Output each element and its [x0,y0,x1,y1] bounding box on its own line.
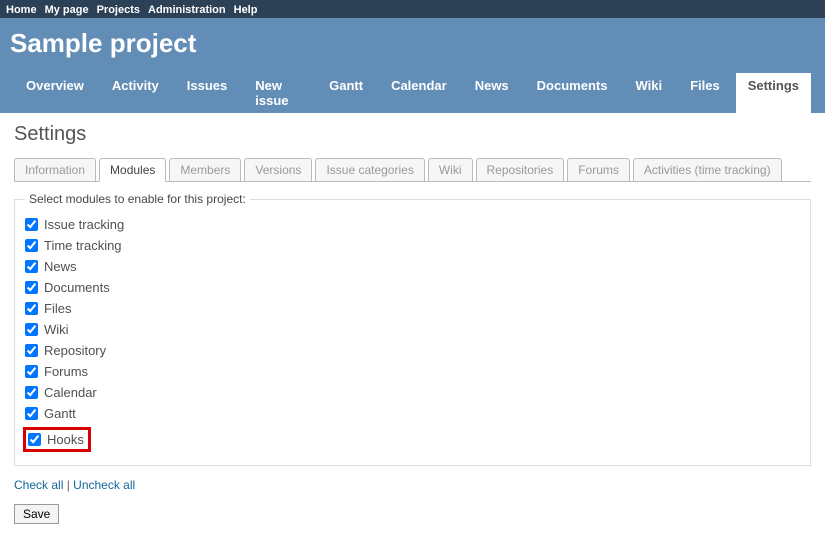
module-checkbox-calendar[interactable] [25,386,38,399]
module-item: Files [25,298,800,319]
tab-files[interactable]: Files [678,73,732,113]
subtab-versions[interactable]: Versions [244,158,312,182]
project-title: Sample project [10,22,815,73]
tab-overview[interactable]: Overview [14,73,96,113]
module-checkbox-hooks[interactable] [28,432,41,447]
content: Settings InformationModulesMembersVersio… [0,113,825,534]
subtab-issue-categories[interactable]: Issue categories [315,158,424,182]
module-item: Issue tracking [25,214,800,235]
tab-activity[interactable]: Activity [100,73,171,113]
module-checkbox-wiki[interactable] [25,323,38,336]
page-title: Settings [14,123,811,146]
module-checkbox-gantt[interactable] [25,407,38,420]
subtab-repositories[interactable]: Repositories [476,158,565,182]
module-checkbox-documents[interactable] [25,281,38,294]
module-checkbox-issue-tracking[interactable] [25,218,38,231]
module-checkbox-forums[interactable] [25,365,38,378]
top-menu-projects[interactable]: Projects [97,4,140,16]
module-label: Calendar [44,385,97,400]
modules-fieldset: Select modules to enable for this projec… [14,192,811,466]
top-menu-home[interactable]: Home [6,4,37,16]
module-label: Issue tracking [44,217,124,232]
module-label: News [44,259,77,274]
module-item: News [25,256,800,277]
uncheck-all-link[interactable]: Uncheck all [73,478,135,492]
check-links: Check all | Uncheck all [14,478,811,492]
save-button[interactable]: Save [14,504,59,524]
module-label: Wiki [44,322,69,337]
module-item: Time tracking [25,235,800,256]
fieldset-legend: Select modules to enable for this projec… [25,192,250,206]
tab-documents[interactable]: Documents [525,73,620,113]
module-checkbox-time-tracking[interactable] [25,239,38,252]
subtab-members[interactable]: Members [169,158,241,182]
module-label: Time tracking [44,238,122,253]
module-label: Forums [44,364,88,379]
module-item: Documents [25,277,800,298]
module-item: Repository [25,340,800,361]
tab-calendar[interactable]: Calendar [379,73,459,113]
module-item: Gantt [25,403,800,424]
top-menu: Home My page Projects Administration Help [0,0,825,18]
subtab-activities-time-tracking-[interactable]: Activities (time tracking) [633,158,782,182]
module-item: Wiki [25,319,800,340]
module-label: Documents [44,280,110,295]
subtab-information[interactable]: Information [14,158,96,182]
subtab-forums[interactable]: Forums [567,158,630,182]
subtab-modules[interactable]: Modules [99,158,166,182]
tab-news[interactable]: News [463,73,521,113]
top-menu-help[interactable]: Help [234,4,258,16]
module-label: Repository [44,343,106,358]
main-tabs: OverviewActivityIssuesNew issueGanttCale… [10,73,815,113]
tab-new-issue[interactable]: New issue [243,73,313,113]
module-checkbox-files[interactable] [25,302,38,315]
check-all-link[interactable]: Check all [14,478,63,492]
module-item: Hooks [25,424,800,455]
subtab-wiki[interactable]: Wiki [428,158,473,182]
tab-wiki[interactable]: Wiki [623,73,674,113]
module-checkbox-repository[interactable] [25,344,38,357]
module-label: Gantt [44,406,76,421]
settings-sub-tabs: InformationModulesMembersVersionsIssue c… [14,158,811,182]
highlight-box: Hooks [23,427,91,452]
module-label: Hooks [47,432,84,447]
module-item: Calendar [25,382,800,403]
module-item: Forums [25,361,800,382]
module-label: Files [44,301,71,316]
top-menu-administration[interactable]: Administration [148,4,226,16]
tab-settings[interactable]: Settings [736,73,811,113]
tab-issues[interactable]: Issues [175,73,239,113]
tab-gantt[interactable]: Gantt [317,73,375,113]
module-checkbox-news[interactable] [25,260,38,273]
header: Sample project OverviewActivityIssuesNew… [0,18,825,113]
top-menu-my-page[interactable]: My page [45,4,89,16]
